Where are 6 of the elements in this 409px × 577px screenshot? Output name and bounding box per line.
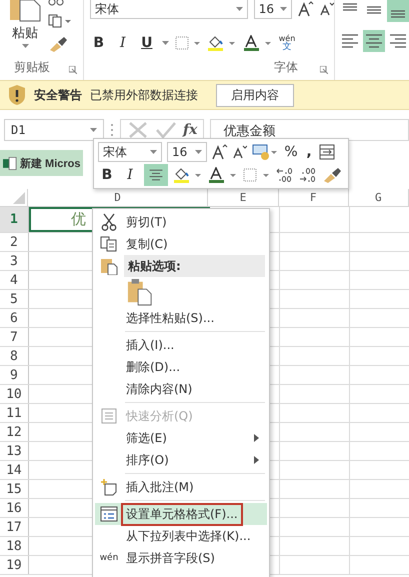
group-label: 剪贴板 <box>14 59 50 76</box>
group-label: 字体 <box>274 59 298 76</box>
menu-section-header: 粘贴选项: <box>124 255 265 277</box>
phonetic-icon: wén <box>100 553 118 563</box>
security-warning-title: 安全警告 <box>34 86 82 104</box>
security-warning-message: 已禁用外部数据连接 <box>90 86 198 104</box>
